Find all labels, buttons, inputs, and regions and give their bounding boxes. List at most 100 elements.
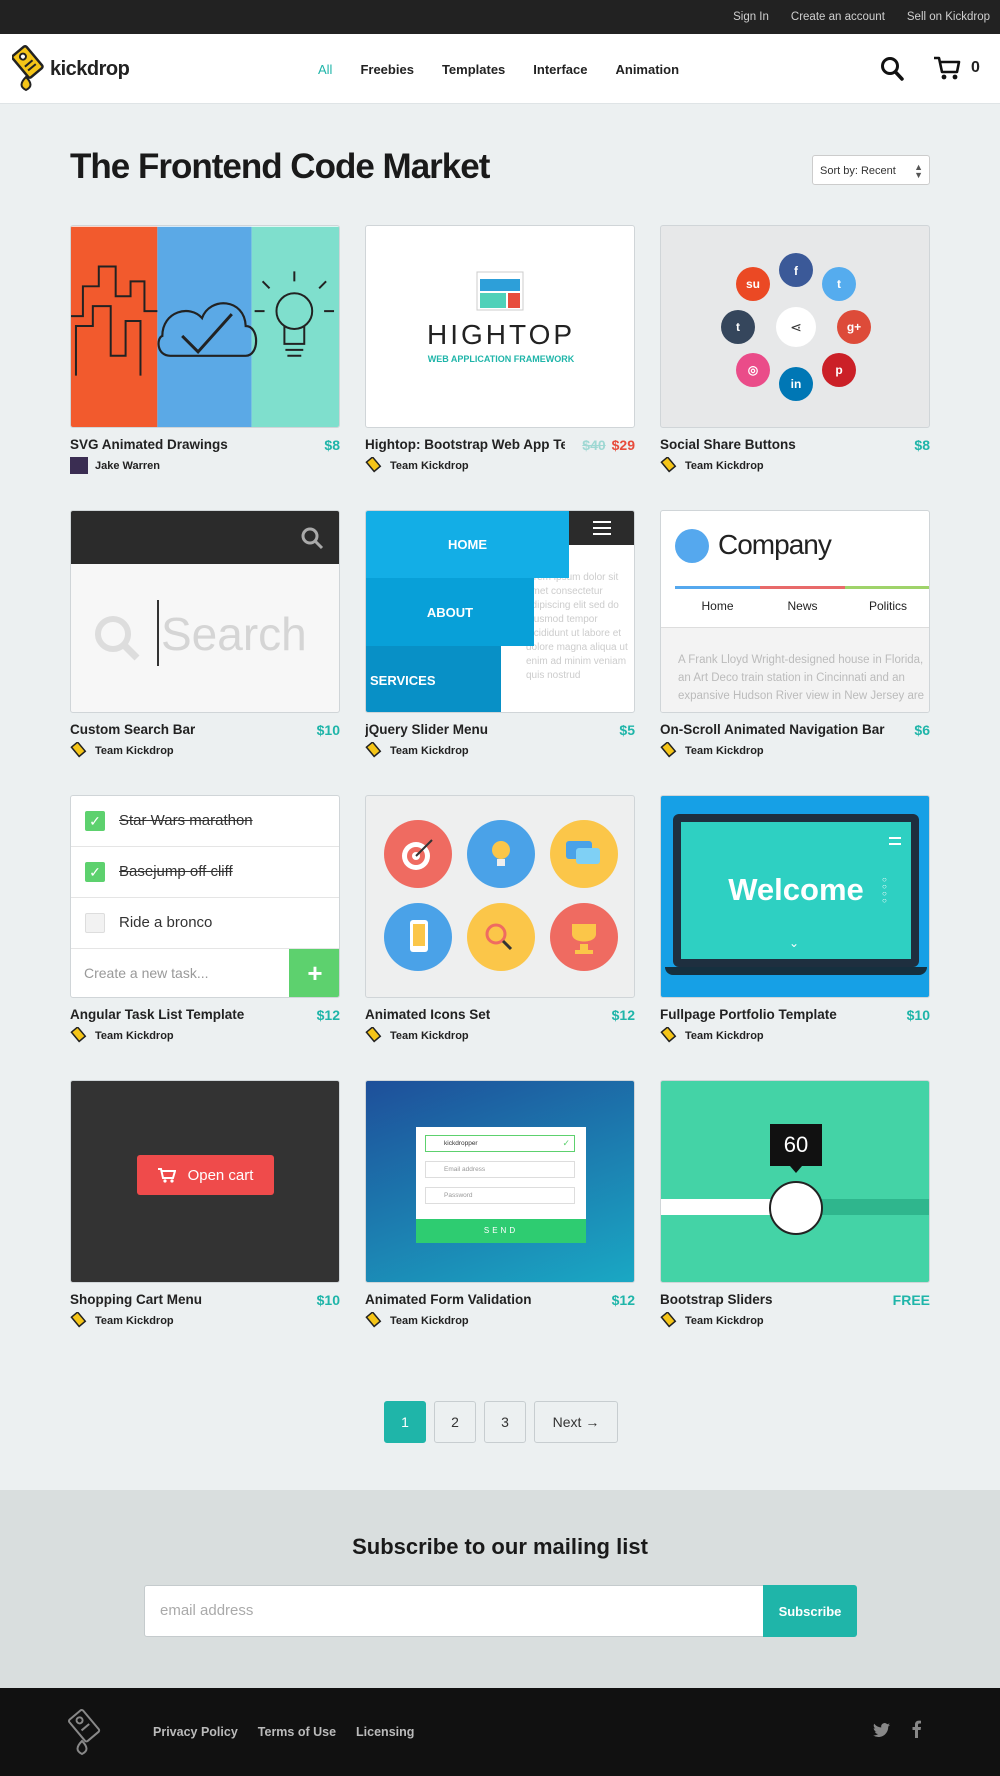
product-author[interactable]: Team Kickdrop [365, 1027, 469, 1044]
new-task-input[interactable]: Create a new task... [71, 949, 289, 997]
product-thumbnail[interactable]: Open cart [70, 1080, 340, 1283]
email-field[interactable]: Email address [425, 1161, 575, 1178]
svg-text:g+: g+ [847, 320, 861, 334]
product-author[interactable]: Team Kickdrop [660, 457, 764, 474]
product-thumbnail[interactable]: Welcome ⌄ ○ ○ ○ ○ [660, 795, 930, 998]
product-thumbnail[interactable] [365, 795, 635, 998]
nav-animation[interactable]: Animation [615, 62, 679, 77]
page-button-1[interactable]: 1 [384, 1401, 426, 1443]
product-card[interactable]: Animated Icons Set $12 Team Kickdrop [365, 795, 635, 1045]
product-thumbnail[interactable]: HIGHTOP WEB APPLICATION FRAMEWORK [365, 225, 635, 428]
send-button[interactable]: SEND [416, 1219, 586, 1243]
product-thumbnail[interactable]: Company Home News Politics A Frank Lloyd… [660, 510, 930, 713]
product-title[interactable]: Animated Icons Set [365, 1007, 490, 1022]
search-icon[interactable] [880, 56, 904, 82]
privacy-policy-link[interactable]: Privacy Policy [153, 1725, 238, 1739]
product-title[interactable]: SVG Animated Drawings [70, 437, 228, 452]
twitter-icon[interactable] [873, 1723, 890, 1737]
nav-interface[interactable]: Interface [533, 62, 587, 77]
hightop-name: HIGHTOP [426, 319, 576, 350]
product-title[interactable]: Custom Search Bar [70, 722, 195, 737]
product-title[interactable]: jQuery Slider Menu [365, 722, 488, 737]
product-author[interactable]: Team Kickdrop [70, 1312, 174, 1329]
product-thumbnail[interactable]: f t g+ p in ◎ t su ⋖ [660, 225, 930, 428]
task-row[interactable]: ✓ Basejump off cliff [71, 847, 339, 898]
tab-news[interactable]: News [760, 599, 845, 613]
checkbox-icon[interactable] [85, 913, 105, 933]
password-field[interactable]: Password [425, 1187, 575, 1204]
product-card[interactable]: HIGHTOP WEB APPLICATION FRAMEWORK Highto… [365, 225, 635, 475]
open-cart-button[interactable]: Open cart [137, 1155, 274, 1195]
main-nav: All Freebies Templates Interface Animati… [318, 34, 679, 104]
username-field[interactable]: kickdropper ✓ [425, 1135, 575, 1152]
menu-item-home[interactable]: HOME [366, 511, 569, 578]
add-task-button[interactable]: + [289, 949, 339, 997]
sell-link[interactable]: Sell on Kickdrop [907, 11, 990, 23]
hamburger-icon [889, 837, 901, 845]
cart-icon [157, 1168, 176, 1183]
menu-item-services[interactable]: SERVICES [366, 646, 501, 712]
menu-item-about[interactable]: ABOUT [366, 578, 534, 646]
product-thumbnail[interactable]: Search [70, 510, 340, 713]
sort-select[interactable]: Sort by: Recent ▲ ▼ [812, 155, 930, 185]
logo[interactable]: kickdrop [12, 43, 130, 95]
terms-of-use-link[interactable]: Terms of Use [258, 1725, 336, 1739]
product-card[interactable]: Search Custom Search Bar $10 Team Kickdr… [70, 510, 340, 760]
nav-all[interactable]: All [318, 62, 332, 77]
product-card[interactable]: f t g+ p in ◎ t su ⋖ Social Share Buttons $8 T… [660, 225, 930, 475]
nav-freebies[interactable]: Freebies [360, 62, 413, 77]
product-author[interactable]: Team Kickdrop [70, 1027, 174, 1044]
product-title[interactable]: Shopping Cart Menu [70, 1292, 202, 1307]
product-title[interactable]: Fullpage Portfolio Template [660, 1007, 837, 1022]
product-author[interactable]: Team Kickdrop [660, 742, 764, 759]
product-thumbnail[interactable] [70, 225, 340, 428]
product-card[interactable]: Welcome ⌄ ○ ○ ○ ○ Fullpage Portfolio Templa… [660, 795, 930, 1045]
subscribe-button[interactable]: Subscribe [763, 1585, 857, 1637]
facebook-icon[interactable] [912, 1720, 921, 1738]
product-author[interactable]: Team Kickdrop [70, 742, 174, 759]
product-author[interactable]: Team Kickdrop [365, 457, 469, 474]
page-button-3[interactable]: 3 [484, 1401, 526, 1443]
task-row[interactable]: Ride a bronco [71, 898, 339, 949]
product-card[interactable]: ✓ Star Wars marathon ✓ Basejump off clif… [70, 795, 340, 1045]
logo-text: kickdrop [50, 57, 130, 80]
product-card[interactable]: Open cart Shopping Cart Menu $10 Team Ki… [70, 1080, 340, 1330]
product-author[interactable]: Team Kickdrop [365, 1312, 469, 1329]
product-card[interactable]: lorem ipsum dolor sit amet consectetur a… [365, 510, 635, 760]
nav-templates[interactable]: Templates [442, 62, 505, 77]
product-title[interactable]: Hightop: Bootstrap Web App Te... [365, 437, 565, 452]
slider-handle[interactable] [769, 1181, 823, 1235]
kickdrop-logo-icon[interactable] [68, 1708, 104, 1758]
product-title[interactable]: Angular Task List Template [70, 1007, 244, 1022]
licensing-link[interactable]: Licensing [356, 1725, 414, 1739]
product-author[interactable]: Team Kickdrop [365, 742, 469, 759]
create-account-link[interactable]: Create an account [791, 11, 885, 23]
product-thumbnail[interactable]: ✓ Star Wars marathon ✓ Basejump off clif… [70, 795, 340, 998]
cart-button[interactable]: 0 [933, 55, 980, 81]
product-title[interactable]: Bootstrap Sliders [660, 1292, 773, 1307]
product-author[interactable]: Team Kickdrop [660, 1312, 764, 1329]
product-card[interactable]: kickdropper ✓ Email address Password SEN… [365, 1080, 635, 1330]
tab-home[interactable]: Home [675, 599, 760, 613]
checkbox-checked-icon[interactable]: ✓ [85, 811, 105, 831]
product-title[interactable]: Social Share Buttons [660, 437, 796, 452]
product-card[interactable]: SVG Animated Drawings $8 Jake Warren [70, 225, 340, 475]
product-thumbnail[interactable]: 60 [660, 1080, 930, 1283]
product-card[interactable]: Company Home News Politics A Frank Lloyd… [660, 510, 930, 760]
email-input[interactable]: email address [144, 1585, 764, 1637]
checkbox-checked-icon[interactable]: ✓ [85, 862, 105, 882]
product-author[interactable]: Jake Warren [70, 457, 160, 474]
product-thumbnail[interactable]: kickdropper ✓ Email address Password SEN… [365, 1080, 635, 1283]
product-title[interactable]: Animated Form Validation [365, 1292, 532, 1307]
page-button-2[interactable]: 2 [434, 1401, 476, 1443]
next-page-button[interactable]: Next → [534, 1401, 618, 1443]
task-row[interactable]: ✓ Star Wars marathon [71, 796, 339, 847]
product-card[interactable]: 60 Bootstrap Sliders FREE Team Kickdrop [660, 1080, 930, 1330]
product-thumbnail[interactable]: lorem ipsum dolor sit amet consectetur a… [365, 510, 635, 713]
sign-in-link[interactable]: Sign In [733, 11, 769, 23]
product-price: $12 [316, 1007, 340, 1023]
product-title[interactable]: On-Scroll Animated Navigation Bar [660, 722, 885, 737]
tab-politics[interactable]: Politics [845, 599, 929, 613]
product-author[interactable]: Team Kickdrop [660, 1027, 764, 1044]
menu-toggle[interactable] [569, 511, 634, 545]
